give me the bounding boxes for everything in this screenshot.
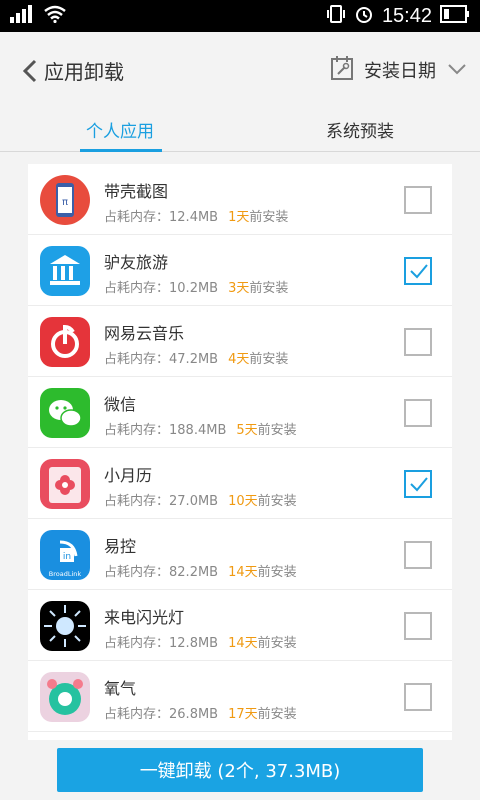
app-name: 网易云音乐: [104, 324, 185, 343]
calendar-flower-icon: [40, 459, 90, 509]
app-name: 氧气: [104, 679, 137, 698]
select-checkbox[interactable]: [404, 399, 432, 427]
select-checkbox[interactable]: [404, 470, 432, 498]
list-item[interactable]: 网易云音乐 占耗内存：47.2MB 4天前安装: [28, 306, 452, 377]
chevron-left-icon: [22, 59, 37, 83]
app-meta: 占耗内存：10.2MB 3天前安装: [104, 281, 289, 296]
app-meta: 占耗内存：82.2MB 14天前安装: [104, 565, 297, 580]
app-name: 小月历: [104, 466, 153, 485]
list-item[interactable]: 来电闪光灯 占耗内存：12.8MB 14天前安装: [28, 590, 452, 661]
svg-text:π: π: [62, 197, 68, 208]
sort-label: 安装日期: [364, 61, 436, 82]
signal-icon: [10, 5, 36, 27]
app-meta: 占耗内存：12.4MB 1天前安装: [104, 210, 289, 225]
status-bar: 15:42: [0, 0, 480, 32]
flashlight-icon: [40, 601, 90, 651]
check-icon: [410, 477, 428, 492]
select-checkbox[interactable]: [404, 683, 432, 711]
page-title: 应用卸载: [44, 60, 124, 84]
vibrate-icon: [326, 4, 346, 28]
app-name: 来电闪光灯: [104, 608, 185, 627]
select-checkbox[interactable]: [404, 541, 432, 569]
app-list: π 带壳截图 占耗内存：12.4MB 1天前安装 驴友旅游 占耗内存：10.2MB…: [28, 164, 452, 740]
wechat-icon: [40, 388, 90, 438]
app-meta: 占耗内存：47.2MB 4天前安装: [104, 352, 289, 367]
broadlink-icon: in BroadLink: [40, 530, 90, 580]
app-name: 驴友旅游: [104, 253, 169, 272]
svg-text:in: in: [63, 552, 71, 562]
app-meta: 占耗内存：26.8MB 17天前安装: [104, 707, 297, 722]
status-time: 15:42: [381, 4, 432, 27]
select-checkbox[interactable]: [404, 328, 432, 356]
calendar-settings-icon: [330, 55, 354, 85]
list-item[interactable]: 氧气 占耗内存：26.8MB 17天前安装: [28, 661, 452, 732]
svg-text:BroadLink: BroadLink: [49, 570, 82, 578]
select-checkbox[interactable]: [404, 257, 432, 285]
app-name: 微信: [104, 395, 137, 414]
check-icon: [410, 264, 428, 279]
header: 应用卸载 安装日期: [0, 32, 480, 108]
app-meta: 占耗内存：188.4MB 5天前安装: [104, 423, 297, 438]
tab-personal-apps[interactable]: 个人应用: [0, 108, 240, 152]
list-item[interactable]: 微信 占耗内存：188.4MB 5天前安装: [28, 377, 452, 448]
app-meta: 占耗内存：27.0MB 10天前安装: [104, 494, 297, 509]
battery-icon: [440, 5, 470, 27]
select-checkbox[interactable]: [404, 186, 432, 214]
list-item[interactable]: π 带壳截图 占耗内存：12.4MB 1天前安装: [28, 164, 452, 235]
app-name: 易控: [104, 537, 137, 556]
netease-music-icon: [40, 317, 90, 367]
list-item[interactable]: 小月历 占耗内存：27.0MB 10天前安装: [28, 448, 452, 519]
bank-building-icon: [40, 246, 90, 296]
select-checkbox[interactable]: [404, 612, 432, 640]
tab-bar: 个人应用 系统预装: [0, 108, 480, 152]
one-click-uninstall-button[interactable]: 一键卸载 (2个, 37.3MB): [57, 748, 423, 792]
back-button[interactable]: [18, 56, 42, 86]
app-name: 带壳截图: [104, 182, 169, 201]
wifi-icon: [44, 5, 66, 27]
app-meta: 占耗内存：12.8MB 14天前安装: [104, 636, 297, 651]
list-item[interactable]: in BroadLink 易控 占耗内存：82.2MB 14天前安装: [28, 519, 452, 590]
oxygen-app-icon: [40, 672, 90, 722]
list-item[interactable]: 驴友旅游 占耗内存：10.2MB 3天前安装: [28, 235, 452, 306]
screenshot-app-icon: π: [40, 175, 90, 225]
sort-dropdown[interactable]: 安装日期: [330, 52, 468, 88]
alarm-icon: [354, 4, 374, 28]
tab-system-apps[interactable]: 系统预装: [240, 108, 480, 151]
chevron-down-icon: [446, 61, 468, 80]
